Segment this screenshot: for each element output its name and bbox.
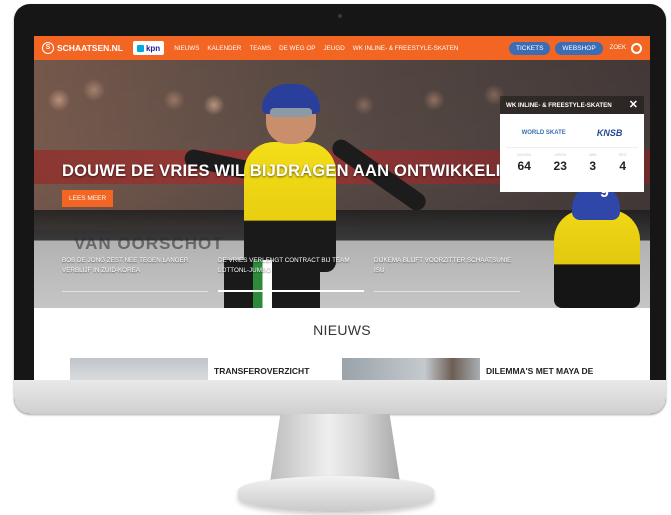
kpn-icon [136, 44, 144, 52]
widget-title[interactable]: WK INLINE- & FREESTYLE-SKATEN [506, 102, 612, 109]
countdown-days: DAGEN 64 [517, 152, 531, 173]
apple-logo-icon [334, 388, 348, 404]
hero-headlines: BOB DE JONG ZEST NEE TEGEN LANGER VERBLI… [62, 256, 522, 292]
countdown-seconds: SEC 4 [619, 152, 627, 173]
camera [338, 14, 342, 18]
menu-item-wk-inline[interactable]: WK INLINE- & FREESTYLE-SKATEN [353, 45, 459, 52]
top-navigation-bar: S SCHAATSEN.NL kpn NIEUWS KALENDER TEAMS… [34, 36, 650, 60]
countdown-label: SEC [618, 152, 627, 157]
countdown-label: DAGEN [517, 152, 532, 157]
event-countdown-widget: WK INLINE- & FREESTYLE-SKATEN ✕ WORLD SK… [500, 96, 644, 192]
sponsor-logo[interactable]: kpn [132, 41, 165, 55]
search-label[interactable]: ZOEK [610, 45, 626, 51]
board-sponsor-text: VAN OORSCHOT [74, 234, 224, 253]
countdown-value: 4 [619, 159, 627, 173]
countdown-label: MIN [589, 152, 597, 157]
headline-item-active[interactable]: DE VRIES VERLENGT CONTRACT BIJ TEAM LOTT… [218, 256, 364, 292]
skater-glasses [270, 108, 312, 117]
countdown-value: 3 [589, 159, 597, 173]
headline-item[interactable]: BOB DE JONG ZEST NEE TEGEN LANGER VERBLI… [62, 256, 208, 292]
news-card-title[interactable]: DILEMMA'S MET MAYA DE [486, 366, 593, 376]
nav-actions: TICKETS WEBSHOP ZOEK [508, 41, 642, 55]
close-icon[interactable]: ✕ [629, 99, 638, 111]
monitor-stand-base [238, 476, 434, 512]
tickets-button[interactable]: TICKETS [508, 41, 551, 55]
news-card-image[interactable] [342, 358, 480, 380]
countdown-hours: UREN 23 [554, 152, 567, 173]
webshop-button[interactable]: WEBSHOP [555, 41, 603, 55]
countdown-value: 23 [553, 159, 567, 173]
widget-logos: WORLD SKATE KNSB [506, 118, 638, 148]
news-section-title: NIEUWS [313, 322, 371, 338]
screen: S SCHAATSEN.NL kpn NIEUWS KALENDER TEAMS… [34, 36, 650, 380]
countdown-minutes: MIN 3 [589, 152, 596, 173]
headline-item[interactable]: DIJKEMA BLIJFT VOORZITTER SCHAATSUNIE IS… [374, 256, 520, 292]
news-card-image[interactable] [70, 358, 208, 380]
sponsor-name: kpn [145, 43, 161, 53]
menu-item-de-weg-op[interactable]: DE WEG OP [279, 45, 315, 52]
main-menu: NIEUWS KALENDER TEAMS DE WEG OP JEUGD WK… [174, 45, 458, 52]
read-more-button[interactable]: LEES MEER [62, 190, 114, 207]
countdown: DAGEN 64 UREN 23 MIN 3 SEC 4 [506, 152, 638, 173]
menu-item-jeugd[interactable]: JEUGD [323, 45, 344, 52]
search-icon[interactable] [631, 42, 642, 54]
widget-body: WORLD SKATE KNSB DAGEN 64 UREN 23 MIN 3 [500, 114, 644, 192]
monitor-stand-neck [270, 414, 400, 482]
site-logo[interactable]: S SCHAATSEN.NL [42, 42, 123, 54]
hero-banner[interactable]: VAN OORSCHOT 9 DOUWE DE VRIES WIL BIJDRA… [34, 60, 650, 308]
countdown-label: UREN [554, 152, 566, 157]
menu-item-kalender[interactable]: KALENDER [207, 45, 241, 52]
knsb-logo: KNSB [596, 127, 623, 138]
skate-logo-icon: S [42, 42, 54, 54]
site-name: SCHAATSEN.NL [57, 43, 123, 53]
menu-item-teams[interactable]: TEAMS [249, 45, 271, 52]
second-skater-jersey [554, 210, 640, 308]
news-card-title[interactable]: TRANSFEROVERZICHT [214, 366, 309, 376]
menu-item-nieuws[interactable]: NIEUWS [174, 45, 199, 52]
widget-header: WK INLINE- & FREESTYLE-SKATEN ✕ [500, 96, 644, 114]
world-skate-logo: WORLD SKATE [521, 129, 566, 136]
countdown-value: 64 [517, 159, 531, 173]
